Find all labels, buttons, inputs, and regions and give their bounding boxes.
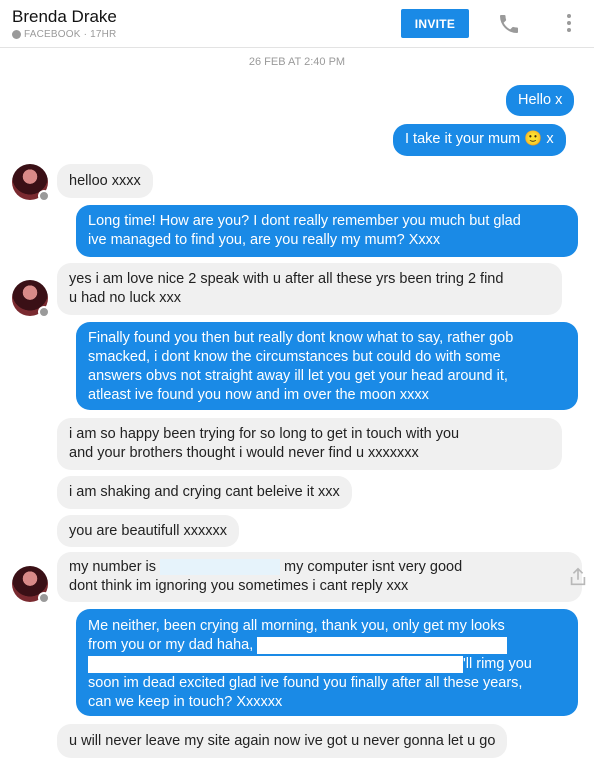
contact-source: FACEBOOK · 17HR: [12, 29, 116, 40]
message-bubble-sent[interactable]: Long time! How are you? I dont really re…: [76, 205, 578, 257]
message-bubble-received[interactable]: i am so happy been trying for so long to…: [57, 418, 562, 470]
message-bubble-sent[interactable]: Me neither, been crying all morning, tha…: [76, 609, 578, 716]
message-bubble-received[interactable]: helloo xxxx: [57, 164, 153, 198]
contact-avatar[interactable]: [12, 280, 50, 318]
message-bubble-received[interactable]: u will never leave my site again now ive…: [57, 724, 508, 758]
redacted-phone-number: [160, 559, 281, 576]
facebook-icon: [12, 30, 21, 39]
redacted-text: [257, 636, 508, 654]
message-bubble-received[interactable]: my number is my computer isnt very good d…: [57, 552, 582, 602]
conversation-header: Brenda Drake FACEBOOK · 17HR INVITE: [0, 0, 594, 48]
message-timestamp: 26 FEB AT 2:40 PM: [248, 56, 346, 68]
messenger-badge-icon: [38, 592, 50, 604]
message-bubble-sent[interactable]: Finally found you then but really dont k…: [76, 322, 578, 410]
contact-name[interactable]: Brenda Drake: [12, 7, 117, 27]
contact-avatar[interactable]: [12, 164, 50, 202]
message-bubble-received[interactable]: yes i am love nice 2 speak with u after …: [57, 263, 562, 315]
invite-button[interactable]: INVITE: [401, 9, 469, 38]
redacted-text: [88, 655, 463, 673]
contact-avatar[interactable]: [12, 566, 50, 604]
messenger-badge-icon: [38, 306, 50, 318]
messenger-badge-icon: [38, 190, 50, 202]
more-options-icon[interactable]: [563, 12, 575, 36]
phone-icon[interactable]: [497, 12, 521, 36]
message-bubble-sent[interactable]: Hello x: [506, 85, 575, 116]
message-bubble-received[interactable]: you are beautifull xxxxxx: [57, 515, 239, 547]
contact-source-text: FACEBOOK · 17HR: [24, 29, 117, 40]
message-bubble-sent[interactable]: I take it your mum 🙂 x: [393, 124, 566, 156]
message-bubble-received[interactable]: i am shaking and crying cant beleive it …: [57, 476, 352, 509]
share-icon[interactable]: [567, 566, 589, 588]
